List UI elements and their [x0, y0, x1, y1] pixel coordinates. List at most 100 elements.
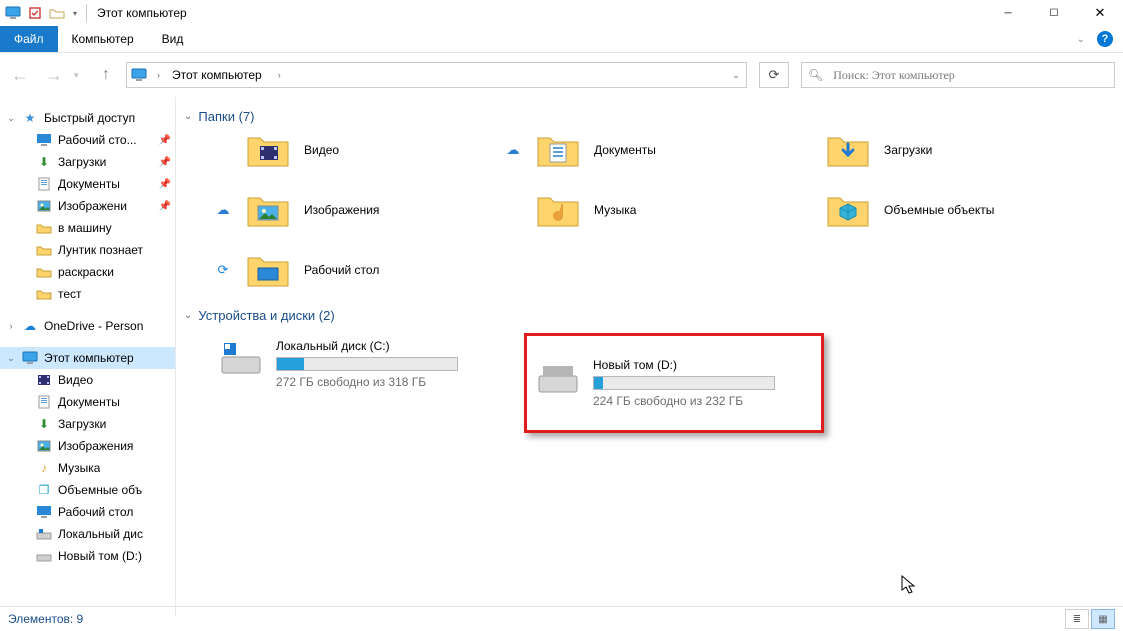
sidebar-item-label: Изображени [58, 199, 127, 213]
folder-video-icon [246, 130, 290, 170]
minimize-button[interactable]: ─ [985, 0, 1031, 26]
sidebar-item-disk-d[interactable]: Новый том (D:) [0, 545, 175, 567]
sidebar-item-downloads-pin[interactable]: ⬇ Загрузки 📌 [0, 151, 175, 173]
sidebar-item-label: Рабочий сто... [58, 133, 137, 147]
disk-c-icon [220, 339, 262, 377]
sync-cloud-icon: ☁ [214, 202, 232, 218]
pin-icon: 📌 [159, 157, 171, 168]
qat-properties-icon[interactable] [24, 2, 46, 24]
drive-item-d[interactable]: Новый том (D:) 224 ГБ свободно из 232 ГБ [524, 333, 824, 433]
folder-music-icon [536, 190, 580, 230]
qat-pc-icon[interactable] [2, 2, 24, 24]
view-tiles-button[interactable]: ▦ [1091, 609, 1115, 629]
sidebar-item-coloring[interactable]: раскраски [0, 261, 175, 283]
sidebar-item-test[interactable]: тест [0, 283, 175, 305]
folder-desktop-icon [246, 250, 290, 290]
video-icon [36, 372, 52, 388]
star-icon: ★ [22, 110, 38, 126]
nav-forward-button[interactable]: → [40, 61, 68, 89]
drive-item-c[interactable]: Локальный диск (C:) 272 ГБ свободно из 3… [214, 333, 514, 433]
help-icon[interactable]: ? [1097, 31, 1113, 47]
ribbon: Файл Компьютер Вид ⌄ ? [0, 26, 1123, 53]
sidebar-item-documents-pin[interactable]: Документы 📌 [0, 173, 175, 195]
folder-item-downloads[interactable]: Загрузки [794, 130, 1074, 170]
chevron-down-icon: ⌄ [6, 113, 16, 124]
sidebar-item-desktop-pin[interactable]: Рабочий сто... 📌 [0, 129, 175, 151]
tab-computer[interactable]: Компьютер [58, 26, 148, 52]
folder-item-music[interactable]: Музыка [504, 190, 784, 230]
nav-history-dropdown[interactable]: ▾ [74, 70, 86, 81]
sidebar-item-label: тест [58, 287, 82, 301]
ribbon-right: ⌄ ? [1077, 26, 1123, 52]
sidebar-item-onedrive[interactable]: › ☁ OneDrive - Person [0, 315, 175, 337]
breadcrumb-this-pc[interactable]: Этот компьютер [166, 68, 272, 82]
folder-item-desktop[interactable]: ⟳ Рабочий стол [214, 250, 494, 290]
folder-label: Загрузки [884, 143, 932, 157]
view-details-button[interactable]: ≣ [1065, 609, 1089, 629]
ribbon-collapse-icon[interactable]: ⌄ [1077, 34, 1085, 45]
drive-info: Новый том (D:) 224 ГБ свободно из 232 ГБ [593, 358, 783, 408]
qat-newfolder-icon[interactable] [46, 2, 68, 24]
sidebar-item-label: Новый том (D:) [58, 549, 142, 563]
group-drives-header[interactable]: ⌄ Устройства и диски (2) [184, 308, 1115, 323]
address-dropdown-icon[interactable]: ⌄ [726, 70, 746, 81]
sidebar-item-this-pc[interactable]: ⌄ Этот компьютер [0, 347, 175, 369]
sidebar-item-downloads[interactable]: ⬇ Загрузки [0, 413, 175, 435]
address-chevron-icon[interactable]: › [272, 70, 287, 80]
sidebar-item-label: Музыка [58, 461, 100, 475]
sidebar-item-video[interactable]: Видео [0, 369, 175, 391]
address-root-chevron-icon[interactable]: › [151, 70, 166, 80]
downloads-icon: ⬇ [36, 154, 52, 170]
folder-item-documents[interactable]: ☁ Документы [504, 130, 784, 170]
sidebar-item-label: OneDrive - Person [44, 319, 143, 333]
titlebar-separator [86, 4, 87, 22]
folder-item-video[interactable]: Видео [214, 130, 494, 170]
disk-icon [36, 526, 52, 542]
maximize-button[interactable]: ☐ [1031, 0, 1077, 26]
sidebar-item-label: Быстрый доступ [44, 111, 135, 125]
group-folders-header[interactable]: ⌄ Папки (7) [184, 109, 1115, 124]
tab-view[interactable]: Вид [148, 26, 198, 52]
sidebar-item-documents[interactable]: Документы [0, 391, 175, 413]
pin-icon: 📌 [159, 135, 171, 146]
address-bar[interactable]: › Этот компьютер › ⌄ [126, 62, 747, 88]
nav-up-button[interactable]: ↑ [92, 61, 120, 89]
pictures-icon [36, 198, 52, 214]
sidebar-item-luntik[interactable]: Лунтик познает [0, 239, 175, 261]
nav-back-button[interactable]: ← [6, 61, 34, 89]
drive-capacity-bar [593, 376, 775, 390]
address-pc-icon [127, 68, 151, 82]
window-controls: ─ ☐ ✕ [985, 0, 1123, 26]
folder-label: Объемные объекты [884, 203, 994, 217]
documents-icon [36, 394, 52, 410]
search-input[interactable] [831, 67, 1108, 84]
search-box[interactable]: 🔍︎ [801, 62, 1115, 88]
disk-d-icon [537, 358, 579, 396]
sidebar-item-label: в машину [58, 221, 112, 235]
sidebar-item-music[interactable]: ♪ Музыка [0, 457, 175, 479]
sidebar-item-desktop[interactable]: Рабочий стол [0, 501, 175, 523]
refresh-button[interactable]: ⟳ [759, 62, 789, 88]
folder-downloads-icon [826, 130, 870, 170]
sidebar-item-car[interactable]: в машину [0, 217, 175, 239]
sidebar-item-label: Видео [58, 373, 93, 387]
sidebar-item-disk-c[interactable]: Локальный дис [0, 523, 175, 545]
close-button[interactable]: ✕ [1077, 0, 1123, 26]
qat-dropdown-icon[interactable]: ▾ [68, 2, 82, 24]
status-bar: Элементов: 9 ≣ ▦ [0, 606, 1123, 631]
drive-name: Локальный диск (C:) [276, 339, 466, 353]
titlebar: ▾ Этот компьютер ─ ☐ ✕ [0, 0, 1123, 26]
sidebar-item-3dobjects[interactable]: ❒ Объемные объ [0, 479, 175, 501]
documents-icon [36, 176, 52, 192]
folder-item-pictures[interactable]: ☁ Изображения [214, 190, 494, 230]
sidebar-item-pictures-pin[interactable]: Изображени 📌 [0, 195, 175, 217]
group-title: Папки (7) [198, 109, 254, 124]
sync-cloud-icon: ☁ [504, 142, 522, 158]
sidebar-item-pictures[interactable]: Изображения [0, 435, 175, 457]
chevron-down-icon: ⌄ [184, 310, 192, 321]
sidebar-item-label: Документы [58, 395, 120, 409]
sidebar-item-quick-access[interactable]: ⌄ ★ Быстрый доступ [0, 107, 175, 129]
tab-file[interactable]: Файл [0, 26, 58, 52]
sidebar-item-label: раскраски [58, 265, 114, 279]
folder-item-3dobjects[interactable]: Объемные объекты [794, 190, 1074, 230]
